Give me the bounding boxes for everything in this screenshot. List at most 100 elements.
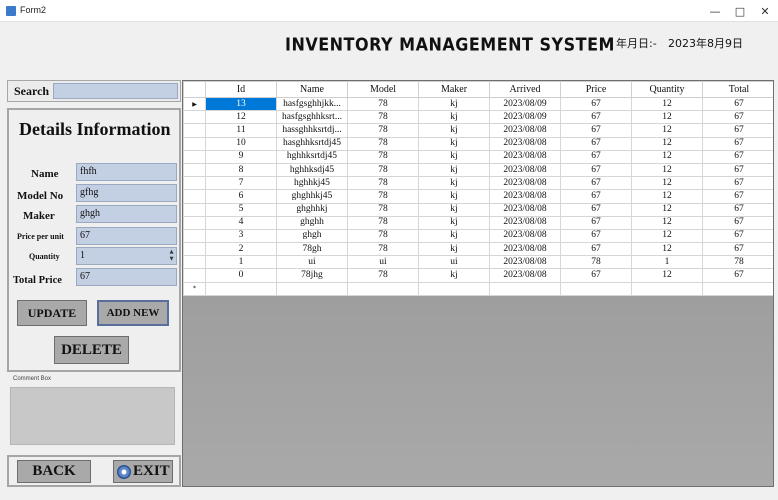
table-cell[interactable]: 67 bbox=[560, 189, 632, 204]
table-cell[interactable]: 67 bbox=[702, 176, 773, 191]
table-cell[interactable]: 78 bbox=[347, 176, 419, 191]
table-cell[interactable]: ghghhkj45 bbox=[276, 189, 348, 204]
table-cell[interactable]: kj bbox=[418, 228, 490, 244]
table-cell[interactable]: 2023/08/08 bbox=[489, 176, 561, 191]
table-cell[interactable]: 6 bbox=[205, 189, 277, 204]
name-field[interactable]: fhfh bbox=[76, 163, 177, 181]
table-cell[interactable]: 12 bbox=[631, 110, 703, 125]
table-cell[interactable]: 12 bbox=[631, 176, 703, 191]
table-cell[interactable]: kj bbox=[418, 149, 490, 164]
table-cell[interactable]: 67 bbox=[702, 96, 773, 112]
table-cell[interactable]: 11 bbox=[205, 123, 277, 138]
row-header[interactable] bbox=[183, 149, 206, 164]
table-cell[interactable]: hghhkj45 bbox=[276, 176, 348, 191]
table-cell[interactable]: 78 bbox=[347, 162, 419, 178]
table-cell[interactable]: 2023/08/08 bbox=[489, 136, 561, 151]
row-header[interactable] bbox=[183, 202, 206, 217]
table-cell[interactable]: 67 bbox=[560, 268, 632, 283]
table-cell[interactable]: 67 bbox=[560, 176, 632, 191]
new-row[interactable]: * bbox=[183, 281, 773, 296]
table-cell[interactable]: 67 bbox=[560, 202, 632, 217]
model-no-field[interactable]: gfhg bbox=[76, 184, 177, 202]
table-cell[interactable]: 78 bbox=[347, 136, 419, 151]
table-cell[interactable]: ghghh bbox=[276, 215, 348, 230]
table-cell[interactable]: 5 bbox=[205, 202, 277, 217]
table-cell[interactable]: 12 bbox=[631, 136, 703, 151]
back-button[interactable]: BACK bbox=[17, 460, 91, 483]
table-cell[interactable]: hassghhksrtdj... bbox=[276, 123, 348, 138]
table-cell[interactable]: 2023/08/08 bbox=[489, 268, 561, 283]
table-cell[interactable]: 67 bbox=[702, 202, 773, 217]
comment-box[interactable] bbox=[10, 387, 175, 445]
table-cell[interactable]: 67 bbox=[702, 136, 773, 151]
row-header[interactable] bbox=[183, 215, 206, 230]
table-cell[interactable]: 67 bbox=[702, 149, 773, 164]
table-cell[interactable]: 8 bbox=[205, 162, 277, 178]
row-header[interactable]: ▶ bbox=[183, 96, 206, 112]
table-cell[interactable]: kj bbox=[418, 110, 490, 125]
table-cell[interactable]: 78 bbox=[347, 202, 419, 217]
table-cell[interactable]: 13 bbox=[205, 96, 277, 112]
table-cell[interactable] bbox=[276, 281, 348, 296]
table-cell[interactable] bbox=[631, 281, 703, 296]
table-cell[interactable]: ui bbox=[418, 255, 490, 270]
table-cell[interactable]: 9 bbox=[205, 149, 277, 164]
table-cell[interactable]: 2023/08/08 bbox=[489, 228, 561, 244]
table-row[interactable]: 7 hghhkj45 78 kj 2023/08/08 67 12 67 bbox=[183, 176, 773, 191]
table-cell[interactable] bbox=[489, 281, 561, 296]
delete-button[interactable]: DELETE bbox=[54, 336, 129, 364]
table-cell[interactable]: 78 bbox=[347, 268, 419, 283]
table-cell[interactable]: 12 bbox=[631, 202, 703, 217]
table-cell[interactable]: kj bbox=[418, 96, 490, 112]
column-header-total[interactable]: Total bbox=[702, 81, 773, 98]
column-header-price[interactable]: Price bbox=[560, 81, 632, 98]
table-row[interactable]: 0 78jhg 78 kj 2023/08/08 67 12 67 bbox=[183, 268, 773, 283]
table-cell[interactable]: 12 bbox=[631, 96, 703, 112]
table-cell[interactable]: 67 bbox=[702, 123, 773, 138]
table-cell[interactable]: 12 bbox=[631, 242, 703, 257]
table-row[interactable]: 11 hassghhksrtdj... 78 kj 2023/08/08 67 12 67 bbox=[183, 123, 773, 138]
table-cell[interactable]: 78 bbox=[702, 255, 773, 270]
table-cell[interactable]: 12 bbox=[631, 149, 703, 164]
table-cell[interactable]: 12 bbox=[205, 110, 277, 125]
table-cell[interactable]: hasfgsghhksrt... bbox=[276, 110, 348, 125]
table-cell[interactable]: 67 bbox=[702, 228, 773, 244]
price-per-unit-field[interactable]: 67 bbox=[76, 227, 177, 245]
table-cell[interactable]: 67 bbox=[702, 268, 773, 283]
table-row[interactable]: 4 ghghh 78 kj 2023/08/08 67 12 67 bbox=[183, 215, 773, 230]
table-cell[interactable]: 67 bbox=[560, 149, 632, 164]
table-cell[interactable]: 0 bbox=[205, 268, 277, 283]
total-price-field[interactable]: 67 bbox=[76, 268, 177, 286]
table-cell[interactable] bbox=[418, 281, 490, 296]
table-cell[interactable]: 2023/08/08 bbox=[489, 162, 561, 178]
row-header[interactable] bbox=[183, 176, 206, 191]
table-cell[interactable]: hasfgsghhjkk... bbox=[276, 96, 348, 112]
table-row[interactable]: 1 ui ui ui 2023/08/08 78 1 78 bbox=[183, 255, 773, 270]
table-cell[interactable]: kj bbox=[418, 189, 490, 204]
table-cell[interactable]: 3 bbox=[205, 228, 277, 244]
table-row[interactable]: 12 hasfgsghhksrt... 78 kj 2023/08/09 67 12 67 bbox=[183, 110, 773, 125]
row-header[interactable] bbox=[183, 255, 206, 270]
table-cell[interactable]: 12 bbox=[631, 215, 703, 230]
table-cell[interactable]: 12 bbox=[631, 228, 703, 244]
table-cell[interactable]: hasghhksrtdj45 bbox=[276, 136, 348, 151]
table-cell[interactable]: 67 bbox=[560, 110, 632, 125]
table-cell[interactable]: kj bbox=[418, 215, 490, 230]
table-cell[interactable]: 1 bbox=[205, 255, 277, 270]
table-row[interactable]: 8 hghhksdj45 78 kj 2023/08/08 67 12 67 bbox=[183, 162, 773, 178]
table-cell[interactable]: 2023/08/08 bbox=[489, 215, 561, 230]
table-cell[interactable]: 12 bbox=[631, 268, 703, 283]
table-cell[interactable]: 67 bbox=[702, 242, 773, 257]
table-cell[interactable]: 78 bbox=[347, 123, 419, 138]
table-cell[interactable]: kj bbox=[418, 202, 490, 217]
table-cell[interactable] bbox=[702, 281, 773, 296]
close-button[interactable]: ✕ bbox=[750, 0, 778, 22]
table-cell[interactable]: ghghhkj bbox=[276, 202, 348, 217]
table-cell[interactable]: hghhksrtdj45 bbox=[276, 149, 348, 164]
table-row[interactable]: 6 ghghhkj45 78 kj 2023/08/08 67 12 67 bbox=[183, 189, 773, 204]
table-cell[interactable]: 78gh bbox=[276, 242, 348, 257]
table-cell[interactable]: kj bbox=[418, 136, 490, 151]
update-button[interactable]: UPDATE bbox=[17, 300, 87, 326]
table-cell[interactable]: kj bbox=[418, 162, 490, 178]
table-cell[interactable]: hghhksdj45 bbox=[276, 162, 348, 178]
